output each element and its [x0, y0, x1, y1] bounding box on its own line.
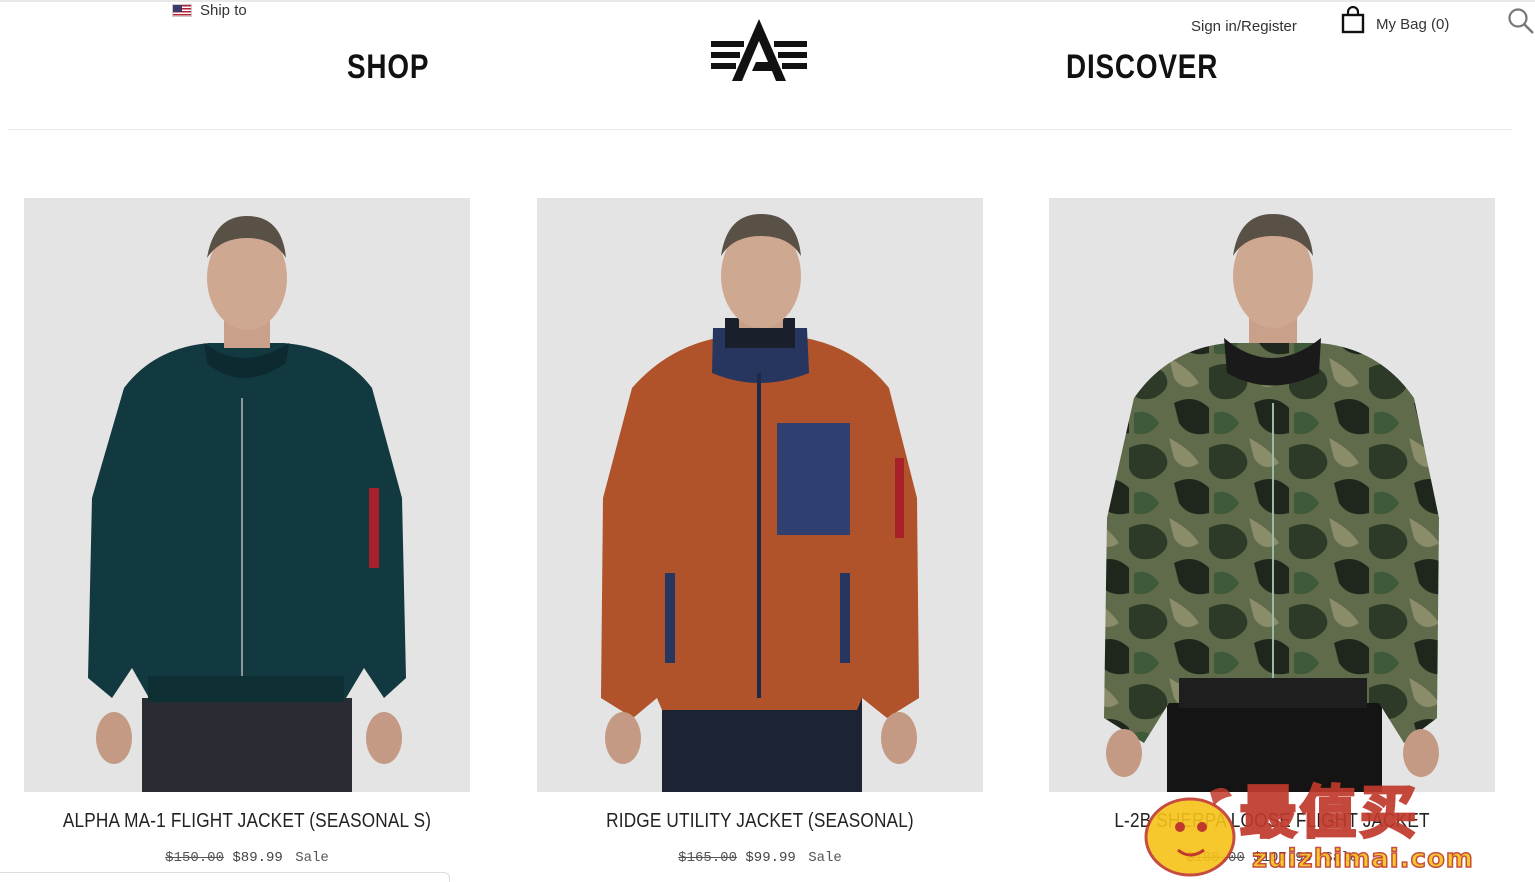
- product-name[interactable]: ALPHA MA-1 FLIGHT JACKET (SEASONAL S): [55, 810, 439, 833]
- product-price: $165.00 $99.99 Sale: [537, 850, 983, 866]
- my-bag-link[interactable]: My Bag (0): [1340, 6, 1449, 34]
- ship-to-selector[interactable]: Ship to: [172, 2, 247, 19]
- header-divider: [8, 129, 1512, 130]
- nav-discover[interactable]: DISCOVER: [1066, 48, 1218, 87]
- shopping-bag-icon: [1341, 6, 1365, 34]
- bottom-panel-edge: [0, 872, 450, 882]
- product-image[interactable]: [537, 198, 983, 792]
- product-image[interactable]: [24, 198, 470, 792]
- sale-label: Sale: [808, 850, 842, 866]
- product-card[interactable]: RIDGE UTILITY JACKET (SEASONAL) $165.00 …: [537, 198, 983, 866]
- product-price: $150.00 $89.99 Sale: [24, 850, 470, 866]
- sign-in-register-link[interactable]: Sign in/Register: [1191, 18, 1297, 35]
- nav-shop[interactable]: SHOP: [347, 48, 429, 87]
- watermark: 最值买 zuizhimai.com: [1140, 768, 1532, 880]
- ship-to-label: Ship to: [200, 2, 247, 19]
- mascot-icon: [1144, 787, 1236, 877]
- brand-logo[interactable]: [708, 17, 810, 83]
- search-icon[interactable]: [1506, 6, 1535, 35]
- product-image[interactable]: [1049, 198, 1495, 792]
- us-flag-icon: [172, 4, 192, 17]
- watermark-url: zuizhimai.com: [1251, 843, 1474, 875]
- sale-price: $99.99: [745, 850, 796, 866]
- original-price: $165.00: [678, 850, 737, 866]
- product-name[interactable]: RIDGE UTILITY JACKET (SEASONAL): [568, 810, 952, 833]
- sale-price: $89.99: [232, 850, 283, 866]
- product-card[interactable]: ALPHA MA-1 FLIGHT JACKET (SEASONAL S) $1…: [24, 198, 470, 866]
- my-bag-label: My Bag (0): [1376, 16, 1450, 33]
- sale-label: Sale: [295, 850, 329, 866]
- watermark-text: 最值买: [1239, 780, 1420, 848]
- original-price: $150.00: [165, 850, 224, 866]
- product-card[interactable]: L-2B SHERPA LOOSE FLIGHT JACKET $180.00 …: [1049, 198, 1495, 866]
